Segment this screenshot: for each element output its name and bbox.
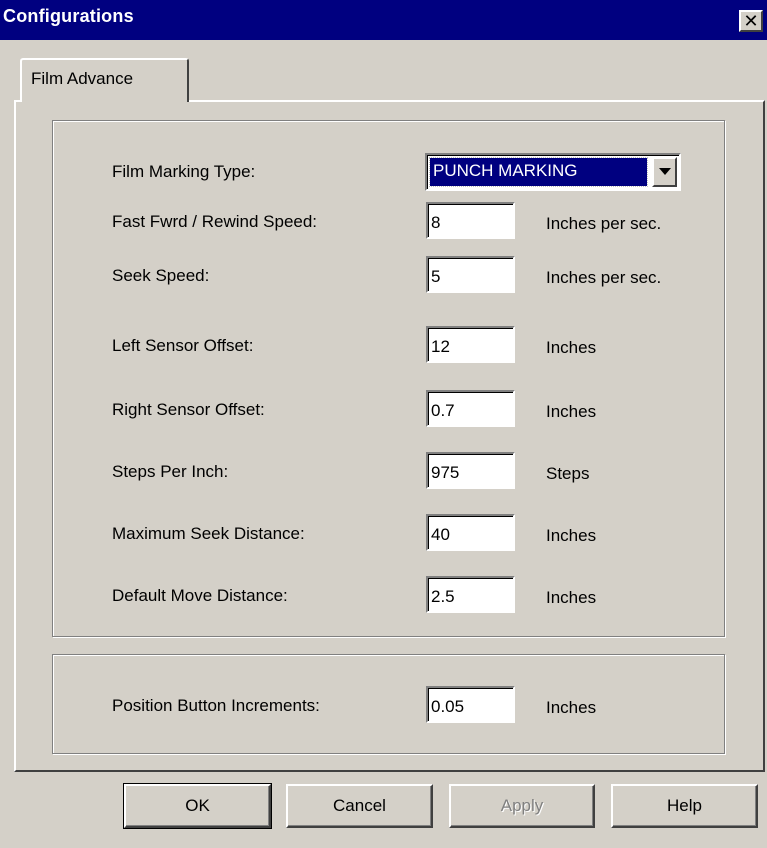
- steps-per-inch-unit: Steps: [546, 464, 590, 483]
- default-move-input[interactable]: [426, 576, 515, 613]
- max-seek-input[interactable]: [426, 514, 515, 551]
- seek-speed-unit: Inches per sec.: [546, 268, 662, 287]
- ok-button[interactable]: OK: [123, 783, 272, 829]
- position-group: Position Button Increments: Inches: [52, 654, 725, 754]
- left-sensor-row: Left Sensor Offset: Inches: [53, 326, 724, 366]
- film-marking-select[interactable]: PUNCH MARKING: [425, 153, 681, 191]
- position-increment-label: Position Button Increments:: [112, 696, 320, 715]
- fast-fwrd-input[interactable]: [426, 202, 515, 239]
- chevron-down-icon[interactable]: [652, 157, 677, 187]
- window-title: Configurations: [3, 6, 134, 26]
- film-advance-group: Film Marking Type: PUNCH MARKING Fast Fw…: [52, 120, 725, 637]
- left-sensor-input[interactable]: [426, 326, 515, 363]
- film-marking-row: Film Marking Type: PUNCH MARKING: [53, 143, 724, 191]
- right-sensor-row: Right Sensor Offset: Inches: [53, 390, 724, 430]
- seek-speed-row: Seek Speed: Inches per sec.: [53, 256, 724, 296]
- fast-fwrd-row: Fast Fwrd / Rewind Speed: Inches per sec…: [53, 202, 724, 242]
- position-increment-input[interactable]: [426, 686, 515, 723]
- tab-film-advance[interactable]: Film Advance: [20, 58, 189, 102]
- fast-fwrd-label: Fast Fwrd / Rewind Speed:: [112, 212, 318, 231]
- close-icon[interactable]: ✕: [739, 10, 763, 32]
- title-bar: Configurations ✕: [0, 0, 767, 40]
- position-increment-unit: Inches: [546, 698, 597, 717]
- position-increment-row: Position Button Increments: Inches: [53, 686, 724, 726]
- steps-per-inch-row: Steps Per Inch: Steps: [53, 452, 724, 492]
- cancel-button[interactable]: Cancel: [286, 784, 433, 828]
- tab-label: Film Advance: [31, 69, 134, 88]
- right-sensor-label: Right Sensor Offset:: [112, 400, 265, 419]
- right-sensor-input[interactable]: [426, 390, 515, 427]
- default-move-row: Default Move Distance: Inches: [53, 576, 724, 616]
- close-glyph: ✕: [743, 11, 759, 31]
- steps-per-inch-input[interactable]: [426, 452, 515, 489]
- max-seek-row: Maximum Seek Distance: Inches: [53, 514, 724, 554]
- steps-per-inch-label: Steps Per Inch:: [112, 462, 229, 481]
- left-sensor-unit: Inches: [546, 338, 597, 357]
- left-sensor-label: Left Sensor Offset:: [112, 336, 254, 355]
- default-move-unit: Inches: [546, 588, 597, 607]
- seek-speed-input[interactable]: [426, 256, 515, 293]
- fast-fwrd-unit: Inches per sec.: [546, 214, 662, 233]
- film-marking-label: Film Marking Type:: [112, 162, 256, 181]
- max-seek-unit: Inches: [546, 526, 597, 545]
- tab-panel: Film Marking Type: PUNCH MARKING Fast Fw…: [14, 100, 765, 772]
- default-move-label: Default Move Distance:: [112, 586, 288, 605]
- right-sensor-unit: Inches: [546, 402, 597, 421]
- seek-speed-label: Seek Speed:: [112, 266, 210, 285]
- apply-button[interactable]: Apply: [449, 784, 595, 828]
- film-marking-value: PUNCH MARKING: [429, 157, 648, 187]
- help-button[interactable]: Help: [611, 784, 758, 828]
- max-seek-label: Maximum Seek Distance:: [112, 524, 305, 543]
